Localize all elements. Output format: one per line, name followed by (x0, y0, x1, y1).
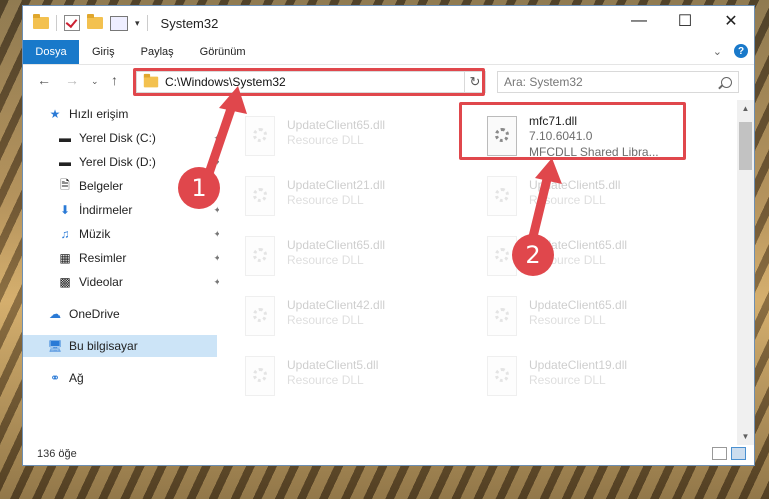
file-highlight-box (459, 102, 686, 160)
forward-arrow-icon[interactable]: → (65, 72, 79, 88)
tab-file[interactable]: Dosya (23, 40, 79, 64)
window-controls: — ☐ ✕ (616, 6, 754, 36)
view-properties-icon[interactable] (110, 15, 128, 31)
list-item[interactable]: UpdateClient42.dll Resource DLL (241, 292, 441, 344)
dll-file-icon (483, 296, 519, 338)
nav-item-music[interactable]: ♫ Müzik ✦ (57, 223, 222, 245)
customize-toolbar-chevron-icon[interactable]: ▾ (135, 18, 140, 29)
tab-home[interactable]: Giriş (79, 40, 128, 64)
step-2-badge: 2 (512, 234, 554, 276)
nav-quick-access[interactable]: ★ Hızlı erişim (47, 103, 129, 125)
window-title: System32 (160, 15, 219, 31)
toolbar-divider (56, 15, 57, 31)
list-item[interactable]: UpdateClient65.dll Resource DLL (483, 292, 683, 344)
recent-locations-chevron-icon[interactable]: ⌄ (91, 76, 99, 87)
nav-item-drive-c[interactable]: ▬ Yerel Disk (C:) ✦ (57, 127, 221, 149)
tab-view[interactable]: Görünüm (187, 40, 259, 64)
ribbon-tabs: Dosya Giriş Paylaş Görünüm ⌄ ? (23, 40, 754, 65)
download-icon: ⬇ (59, 203, 71, 217)
help-icon[interactable]: ? (734, 44, 748, 58)
search-input[interactable]: Ara: System32 (497, 71, 739, 93)
computer-icon: 🖥 (47, 339, 63, 353)
dll-file-icon (241, 296, 277, 338)
status-bar: 136 öğe (23, 443, 754, 465)
search-placeholder: Ara: System32 (504, 75, 583, 89)
dll-file-icon (241, 116, 277, 158)
folder-icon (33, 14, 49, 29)
properties-check-icon[interactable] (64, 15, 80, 31)
drive-icon: ▬ (59, 155, 71, 169)
documents-icon: 🗎 (60, 177, 70, 192)
network-icon: ⚭ (49, 371, 61, 385)
list-item[interactable]: UpdateClient65.dll Resource DLL (241, 112, 441, 164)
new-folder-icon[interactable] (87, 14, 103, 29)
list-item[interactable]: UpdateClient21.dll Resource DLL (241, 172, 441, 224)
minimize-button[interactable]: — (616, 6, 662, 36)
list-item[interactable]: UpdateClient65.dll Resource DLL (241, 232, 441, 284)
item-count: 136 öğe (37, 448, 77, 460)
dll-file-icon (483, 356, 519, 398)
expand-ribbon-chevron-icon[interactable]: ⌄ (713, 45, 722, 58)
music-icon: ♫ (60, 227, 70, 241)
details-view-icon[interactable] (712, 447, 727, 460)
back-arrow-icon[interactable]: ← (37, 72, 51, 88)
dll-file-icon (483, 176, 519, 218)
address-bar[interactable]: C:\Windows\System32 ⌄ (136, 71, 477, 93)
file-explorer-window: ▾ System32 — ☐ ✕ Dosya Giriş Paylaş Görü… (22, 5, 755, 466)
scroll-up-icon[interactable]: ▲ (737, 100, 754, 117)
scroll-thumb[interactable] (739, 122, 752, 170)
list-item[interactable]: UpdateClient5.dll Resource DLL (241, 352, 441, 404)
quick-access-toolbar: ▾ System32 (33, 14, 219, 31)
dll-file-icon (241, 176, 277, 218)
up-arrow-icon[interactable]: ↑ (111, 72, 118, 88)
vertical-scrollbar[interactable]: ▲ ▼ (737, 100, 754, 445)
folder-icon (143, 73, 159, 88)
nav-this-pc[interactable]: 🖥 Bu bilgisayar (23, 335, 217, 357)
navigation-bar: ← → ⌄ ↑ C:\Windows\System32 ⌄ ↻ Ara: Sys… (23, 66, 754, 98)
refresh-icon[interactable]: ↻ (464, 71, 486, 93)
step-1-badge: 1 (178, 167, 220, 209)
dll-file-icon (241, 236, 277, 278)
star-icon: ★ (49, 107, 61, 121)
search-icon (721, 76, 732, 88)
list-item[interactable]: UpdateClient19.dll Resource DLL (483, 352, 683, 404)
address-path[interactable]: C:\Windows\System32 (165, 75, 460, 89)
close-button[interactable]: ✕ (708, 6, 754, 36)
maximize-button[interactable]: ☐ (662, 6, 708, 36)
nav-item-videos[interactable]: ▩ Videolar ✦ (57, 271, 221, 293)
dll-file-icon (241, 356, 277, 398)
toolbar-divider (146, 15, 148, 31)
nav-onedrive[interactable]: ☁ OneDrive (47, 303, 120, 325)
nav-network[interactable]: ⚭ Ağ (47, 367, 84, 389)
list-item[interactable]: UpdateClient5.dll Resource DLL (483, 172, 683, 224)
pictures-icon: ▦ (59, 251, 71, 265)
tiles-view-icon[interactable] (731, 447, 746, 460)
tab-share[interactable]: Paylaş (128, 40, 187, 64)
title-bar: ▾ System32 — ☐ ✕ (23, 6, 754, 40)
nav-item-pictures[interactable]: ▦ Resimler ✦ (57, 247, 221, 269)
drive-icon: ▬ (59, 131, 71, 145)
videos-icon: ▩ (59, 275, 71, 289)
navigation-pane: ★ Hızlı erişim ▬ Yerel Disk (C:) ✦ ▬ Yer… (23, 100, 222, 445)
cloud-icon: ☁ (49, 307, 61, 321)
